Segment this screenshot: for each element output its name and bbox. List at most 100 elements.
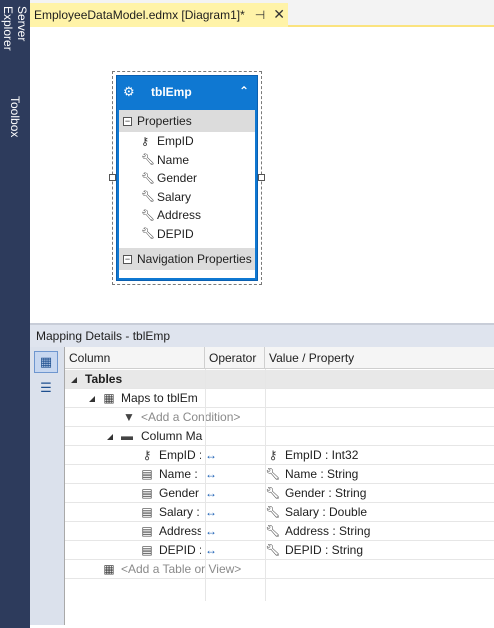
add-condition-label: <Add a Condition>: [141, 410, 241, 424]
left-tool-strip: Server Explorer Toolbox: [0, 0, 30, 628]
collapse-chevron-icon[interactable]: ⌃: [239, 84, 249, 98]
navigation-properties-header[interactable]: − Navigation Properties: [119, 248, 255, 270]
maps-to-row[interactable]: ◢ ▦ Maps to tblEm: [65, 389, 494, 408]
tables-group-row[interactable]: ◢ Tables: [65, 370, 494, 389]
mapping-arrow-icon: ↔: [205, 543, 217, 557]
properties-section-header[interactable]: − Properties: [119, 110, 255, 132]
mapping-row-address[interactable]: ▤ Address ↔ 🔧︎ Address : String: [65, 522, 494, 541]
wrench-icon: 🔧︎: [265, 543, 281, 557]
toolbox-tab[interactable]: Toolbox: [0, 94, 30, 144]
entity-shape[interactable]: ⚙ tblEmp ⌃ − Properties ⚷ EmpID 🔧︎ Name 🔧︎…: [109, 71, 265, 285]
add-condition-row[interactable]: ▼ <Add a Condition>: [65, 408, 494, 427]
expand-triangle-icon[interactable]: ◢: [107, 432, 113, 441]
wrench-icon: 🔧︎: [141, 228, 155, 241]
mapping-value[interactable]: EmpID : Int32: [285, 446, 358, 464]
entity-compartments: − Properties ⚷ EmpID 🔧︎ Name 🔧︎ Gender 🔧︎ Sa…: [119, 110, 255, 278]
key-icon: ⚷: [268, 448, 278, 462]
wrench-icon: 🔧︎: [265, 505, 281, 519]
map-entity-to-table-button[interactable]: ▦: [34, 351, 58, 373]
column-header-operator[interactable]: Operator: [205, 347, 265, 369]
mapping-row-empid[interactable]: ⚷ EmpID : ↔ ⚷ EmpID : Int32: [65, 446, 494, 465]
entity-shape-body: ⚙ tblEmp ⌃ − Properties ⚷ EmpID 🔧︎ Name 🔧︎…: [116, 75, 258, 281]
column-icon: ▤: [141, 467, 153, 481]
wrench-icon: 🔧︎: [265, 486, 281, 500]
document-tab[interactable]: EmployeeDataModel.edmx [Diagram1]* ⊣ ✕: [30, 3, 288, 27]
mapping-arrow-icon: ↔: [205, 448, 217, 462]
column-header-value[interactable]: Value / Property: [265, 347, 494, 369]
mapping-column-name: EmpID :: [159, 448, 201, 462]
mapping-column-name: Salary : ': [159, 505, 201, 519]
toolbox-label: Toolbox: [8, 96, 22, 138]
entity-header[interactable]: ⚙ tblEmp ⌃: [117, 76, 257, 108]
wrench-icon: 🔧︎: [265, 524, 281, 538]
column-separator: [205, 369, 206, 601]
column-header-column[interactable]: Column: [65, 347, 205, 369]
navigation-properties-label: Navigation Properties: [137, 252, 252, 266]
mapping-arrow-icon: ↔: [205, 505, 217, 519]
mapping-arrow-icon: ↔: [205, 524, 217, 538]
table-icon: ▦: [103, 391, 115, 405]
document-tab-title: EmployeeDataModel.edmx [Diagram1]*: [34, 8, 245, 22]
key-column-icon: ⚷: [142, 448, 152, 462]
property-salary[interactable]: 🔧︎ Salary: [119, 188, 255, 207]
wrench-icon: 🔧︎: [141, 191, 155, 204]
mapping-value[interactable]: Gender : String: [285, 484, 366, 502]
wrench-icon: 🔧︎: [265, 467, 281, 481]
column-mappings-row[interactable]: ◢ ▬ Column Ma: [65, 427, 494, 446]
mapping-grid: Column Operator Value / Property ◢ Table…: [64, 347, 494, 625]
close-icon[interactable]: ✕: [273, 7, 285, 23]
column-icon: ▤: [141, 524, 153, 538]
column-icon: ▤: [141, 486, 153, 500]
server-explorer-tab[interactable]: Server Explorer: [0, 4, 30, 84]
resize-handle-left[interactable]: [109, 174, 116, 181]
designer-canvas[interactable]: ⚙ tblEmp ⌃ − Properties ⚷ EmpID 🔧︎ Name 🔧︎…: [30, 29, 494, 321]
mapping-column-name: Gender: [159, 486, 200, 500]
map-functions-button[interactable]: ☰: [34, 377, 58, 399]
mapping-column-name: Name :: [159, 467, 198, 481]
expand-triangle-icon[interactable]: ◢: [71, 375, 77, 384]
property-label: Address: [157, 208, 202, 223]
add-table-label: <Add a Table or View>: [121, 562, 242, 576]
column-mappings-label: Column Ma: [141, 429, 203, 443]
entity-name: tblEmp: [151, 85, 192, 99]
mapping-row-gender[interactable]: ▤ Gender ↔ 🔧︎ Gender : String: [65, 484, 494, 503]
column-separator: [265, 369, 266, 601]
property-label: Gender: [157, 171, 198, 186]
expand-triangle-icon[interactable]: ◢: [89, 394, 95, 403]
document-tab-row: EmployeeDataModel.edmx [Diagram1]* ⊣ ✕: [30, 0, 494, 27]
collapse-minus-icon[interactable]: −: [123, 116, 132, 126]
folder-icon: ▬: [121, 429, 133, 443]
property-label: Name: [157, 152, 190, 167]
property-depid[interactable]: 🔧︎ DEPID: [119, 225, 255, 244]
mapping-details-pane: Mapping Details - tblEmp ▦ ☰ Column Oper…: [30, 323, 494, 625]
mapping-side-toolbar: ▦ ☰: [30, 347, 64, 625]
mapping-value[interactable]: Name : String: [285, 465, 358, 483]
column-icon: ▤: [141, 543, 153, 557]
property-label: EmpID: [157, 134, 194, 149]
mapping-row-name[interactable]: ▤ Name : ↔ 🔧︎ Name : String: [65, 465, 494, 484]
pin-icon[interactable]: ⊣: [255, 8, 265, 22]
maps-to-label: Maps to tblEm: [121, 391, 198, 405]
entity-type-icon: ⚙: [123, 84, 135, 99]
property-gender[interactable]: 🔧︎ Gender: [119, 169, 255, 188]
add-table-row[interactable]: ▦ <Add a Table or View>: [65, 560, 494, 579]
collapse-minus-icon[interactable]: −: [123, 254, 132, 264]
mapping-column-name: Address: [159, 524, 201, 538]
mapping-value[interactable]: Address : String: [285, 522, 370, 540]
filter-icon: ▼: [123, 410, 135, 424]
property-address[interactable]: 🔧︎ Address: [119, 206, 255, 225]
server-explorer-label: Server Explorer: [1, 6, 29, 51]
wrench-icon: 🔧︎: [141, 209, 155, 222]
properties-label: Properties: [137, 114, 192, 128]
mapping-value[interactable]: Salary : Double: [285, 503, 367, 521]
mapping-arrow-icon: ↔: [205, 486, 217, 500]
mapping-value[interactable]: DEPID : String: [285, 541, 363, 559]
tables-label: Tables: [85, 372, 123, 386]
resize-handle-right[interactable]: [258, 174, 265, 181]
mapping-row-salary[interactable]: ▤ Salary : ' ↔ 🔧︎ Salary : Double: [65, 503, 494, 522]
property-empid[interactable]: ⚷ EmpID: [119, 132, 255, 151]
mapping-details-title[interactable]: Mapping Details - tblEmp: [30, 323, 494, 347]
property-name[interactable]: 🔧︎ Name: [119, 151, 255, 170]
wrench-icon: 🔧︎: [141, 154, 155, 167]
mapping-row-depid[interactable]: ▤ DEPID : ↔ 🔧︎ DEPID : String: [65, 541, 494, 560]
